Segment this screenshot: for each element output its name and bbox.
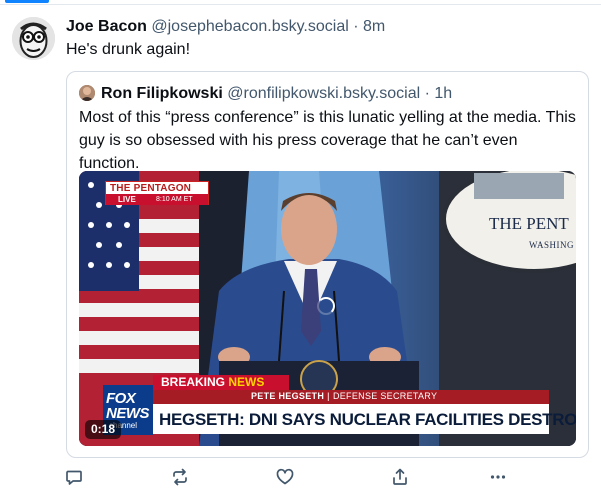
- quoted-post-text: Most of this “press conference” is this …: [79, 109, 576, 172]
- heart-icon: [276, 468, 294, 485]
- repost-icon: [173, 468, 187, 486]
- headline-text: HEGSETH: DNI SAYS NUCLEAR FACILITIES DES…: [159, 410, 576, 429]
- name-separator: |: [327, 391, 330, 401]
- quoted-avatar-image: [79, 85, 95, 101]
- breaking-word: BREAKING: [161, 375, 226, 389]
- news-word: NEWS: [228, 375, 265, 389]
- seal-subtext: WASHING: [529, 240, 574, 250]
- more-icon: [490, 475, 506, 479]
- avatar[interactable]: [12, 17, 55, 60]
- loading-spinner-icon: [317, 297, 335, 315]
- share-icon: [393, 468, 407, 485]
- live-label: LIVE: [118, 195, 136, 204]
- speaker-name: PETE HEGSETH: [251, 391, 325, 401]
- video-duration: 0:18: [85, 420, 122, 439]
- reply-button[interactable]: [63, 466, 85, 488]
- post-author-line: Joe Bacon @josephebacon.bsky.social · 8m: [66, 16, 385, 38]
- pentagon-tag: THE PENTAGON LIVE 8:10 AM ET: [105, 181, 209, 205]
- quoted-author-name[interactable]: Ron Filipkowski: [101, 85, 223, 102]
- more-button[interactable]: [487, 466, 509, 488]
- author-handle[interactable]: @josephebacon.bsky.social: [151, 18, 348, 35]
- seal-text: THE PENT: [489, 214, 569, 233]
- post-text: He's drunk again!: [66, 41, 191, 58]
- share-button[interactable]: [389, 466, 411, 488]
- quoted-author-handle[interactable]: @ronfilipkowski.bsky.social: [227, 85, 420, 102]
- pentagon-tag-title: THE PENTAGON: [110, 183, 192, 194]
- quoted-post[interactable]: Ron Filipkowski @ronfilipkowski.bsky.soc…: [66, 71, 589, 458]
- divider: [0, 4, 601, 5]
- breaking-news-banner: BREAKING NEWS: [153, 375, 289, 390]
- active-tab-indicator: [5, 0, 49, 3]
- separator: ·: [353, 18, 359, 35]
- breaking-label: BREAKING NEWS: [161, 375, 264, 390]
- lower-third-name-bar: PETE HEGSETH | DEFENSE SECRETARY: [153, 390, 549, 402]
- live-time: 8:10 AM ET: [156, 196, 193, 203]
- quoted-post-time[interactable]: 1h: [434, 85, 452, 102]
- avatar-image: [12, 17, 55, 60]
- quoted-author-line: Ron Filipkowski @ronfilipkowski.bsky.soc…: [101, 83, 452, 104]
- reply-icon: [66, 470, 82, 485]
- repost-button[interactable]: [169, 466, 191, 488]
- like-button[interactable]: [274, 466, 296, 488]
- post-actions: [0, 462, 601, 492]
- logo-line-1: FOX: [106, 390, 136, 407]
- speaker-title: DEFENSE SECRETARY: [332, 391, 438, 401]
- author-name[interactable]: Joe Bacon: [66, 18, 147, 35]
- separator: ·: [424, 85, 430, 102]
- video-player[interactable]: THE PENTAGON LIVE 8:10 AM ET THE PENT WA…: [79, 171, 576, 446]
- logo-line-2: NEWS: [106, 405, 150, 422]
- live-bar: LIVE 8:10 AM ET: [106, 194, 208, 205]
- post-time[interactable]: 8m: [363, 18, 385, 35]
- lower-third-name: PETE HEGSETH | DEFENSE SECRETARY: [251, 390, 437, 402]
- lower-third-headline: HEGSETH: DNI SAYS NUCLEAR FACILITIES DES…: [153, 402, 576, 434]
- quoted-avatar[interactable]: [79, 85, 95, 101]
